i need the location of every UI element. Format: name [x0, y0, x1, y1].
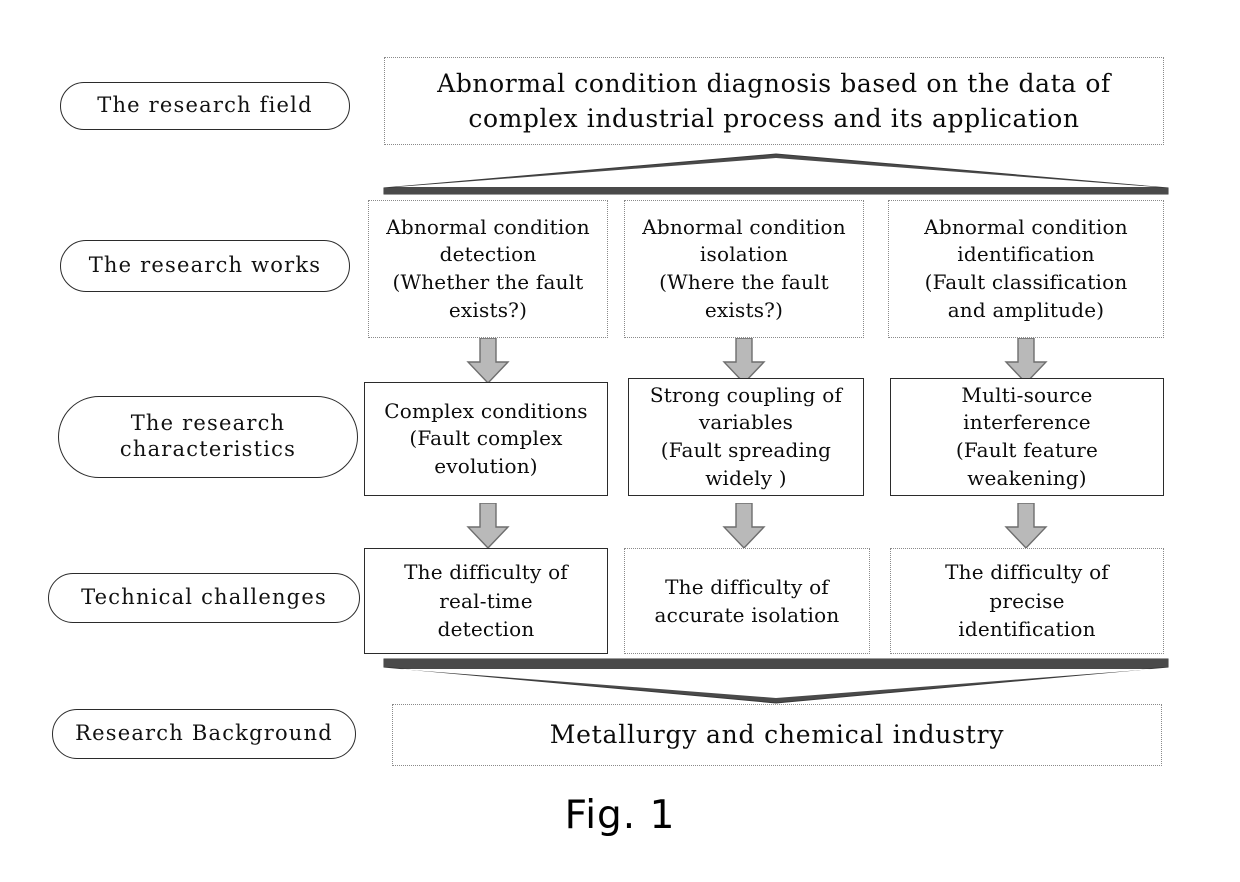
node-abnormal-condition-identification: Abnormal condition identification (Fault… — [888, 200, 1164, 338]
stage-label-technical-challenges: Technical challenges — [48, 573, 360, 623]
node-text: The difficulty of real-time detection — [404, 560, 568, 642]
stage-label-text: The research field — [97, 93, 313, 118]
node-research-field-title: Abnormal condition diagnosis based on th… — [384, 57, 1164, 145]
stage-label-research-background: Research Background — [52, 709, 356, 759]
arrow-down-strong-coupling-to-accurate-isolation — [722, 503, 766, 549]
stage-label-text: Research Background — [75, 721, 333, 746]
node-multi-source-interference: Multi-source interference (Fault feature… — [890, 378, 1164, 496]
node-abnormal-condition-isolation: Abnormal condition isolation (Where the … — [624, 200, 864, 338]
figure-caption: Fig. 1 — [564, 793, 676, 838]
node-text: Abnormal condition diagnosis based on th… — [437, 68, 1111, 134]
node-strong-coupling-variables: Strong coupling of variables (Fault spre… — [628, 378, 864, 496]
node-difficulty-precise-identification: The difficulty of precise identification — [890, 548, 1164, 654]
node-text: Complex conditions (Fault complex evolut… — [384, 398, 588, 478]
node-text: The difficulty of accurate isolation — [654, 574, 840, 627]
stage-label-text: The research characteristics — [119, 411, 297, 461]
figure-container: The research field The research works Th… — [0, 0, 1240, 882]
connector-fan-bottom — [383, 658, 1169, 704]
node-text: Abnormal condition detection (Whether th… — [386, 214, 590, 322]
arrow-down-multi-source-to-precise-identification — [1004, 503, 1048, 549]
arrow-down-complex-conditions-to-real-time — [466, 503, 510, 549]
stage-label-text: The research works — [88, 253, 322, 278]
node-difficulty-real-time-detection: The difficulty of real-time detection — [364, 548, 608, 654]
node-abnormal-condition-detection: Abnormal condition detection (Whether th… — [368, 200, 608, 338]
connector-fan-top — [383, 153, 1169, 195]
node-text: Metallurgy and chemical industry — [549, 720, 1005, 750]
stage-label-research-works: The research works — [60, 240, 350, 292]
node-text: The difficulty of precise identification — [945, 560, 1109, 642]
node-text: Multi-source interference (Fault feature… — [955, 382, 1099, 490]
node-text: Strong coupling of variables (Fault spre… — [649, 382, 843, 490]
stage-label-text: Technical challenges — [81, 585, 327, 610]
node-research-background: Metallurgy and chemical industry — [392, 704, 1162, 766]
node-text: Abnormal condition isolation (Where the … — [642, 214, 846, 322]
node-difficulty-accurate-isolation: The difficulty of accurate isolation — [624, 548, 870, 654]
arrow-down-detection-to-complex-conditions — [466, 338, 510, 384]
node-complex-conditions: Complex conditions (Fault complex evolut… — [364, 382, 608, 496]
stage-label-research-field: The research field — [60, 82, 350, 130]
node-text: Abnormal condition identification (Fault… — [924, 214, 1128, 322]
stage-label-research-characteristics: The research characteristics — [58, 396, 358, 478]
